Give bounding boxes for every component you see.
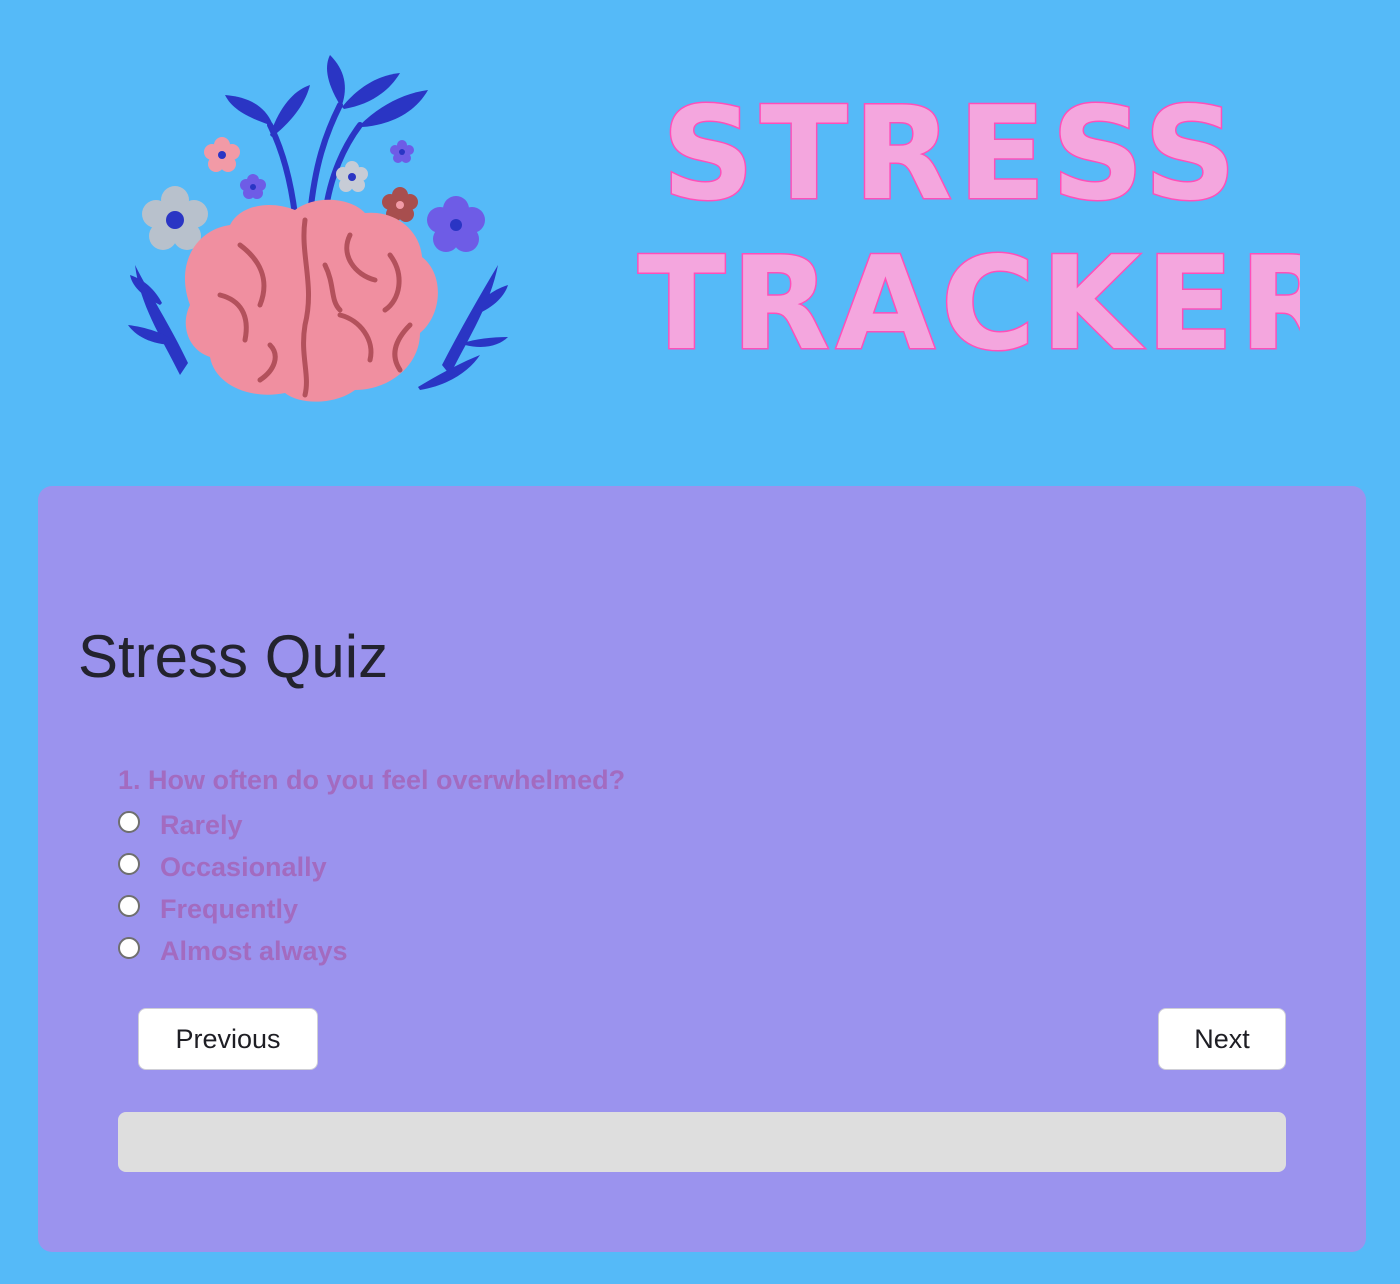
brain-flowers-logo-icon	[128, 55, 508, 402]
option-label[interactable]: Frequently	[160, 894, 298, 925]
question-text: 1. How often do you feel overwhelmed?	[118, 765, 626, 795]
option-frequently[interactable]: Frequently	[118, 888, 625, 930]
option-label[interactable]: Almost always	[160, 936, 348, 967]
header: STRESS TRACKER	[0, 0, 1400, 460]
previous-button[interactable]: Previous	[138, 1008, 318, 1070]
question-block: 1. How often do you feel overwhelmed? Ra…	[118, 762, 625, 972]
radio-button-frequently[interactable]	[118, 895, 140, 917]
option-almost-always[interactable]: Almost always	[118, 930, 625, 972]
progress-bar	[118, 1112, 1286, 1172]
quiz-title: Stress Quiz	[78, 623, 389, 690]
option-label[interactable]: Occasionally	[160, 852, 327, 883]
radio-button-rarely[interactable]	[118, 811, 140, 833]
next-button[interactable]: Next	[1158, 1008, 1286, 1070]
option-label[interactable]: Rarely	[160, 810, 243, 841]
stress-tracker-title-art: STRESS TRACKER	[637, 79, 1301, 371]
title-line-2: TRACKER	[638, 230, 1300, 370]
title-line-1: STRESS	[662, 80, 1242, 229]
radio-button-occasionally[interactable]	[118, 853, 140, 875]
option-occasionally[interactable]: Occasionally	[118, 846, 625, 888]
radio-button-almost-always[interactable]	[118, 937, 140, 959]
quiz-card: Stress Quiz 1. How often do you feel ove…	[38, 486, 1366, 1252]
option-rarely[interactable]: Rarely	[118, 804, 625, 846]
